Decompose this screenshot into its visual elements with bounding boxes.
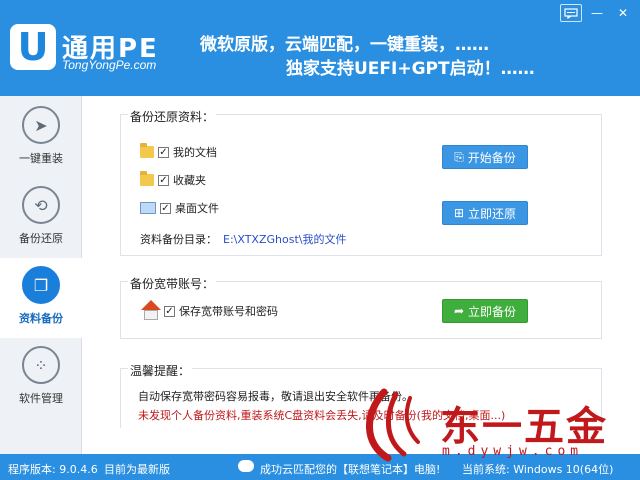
backup-item-label: 收藏夹 xyxy=(173,174,206,187)
path-label: 资料备份目录： xyxy=(140,233,217,246)
cloud-icon xyxy=(238,460,254,472)
app-header: U 通用PE TongYongPe.com 微软原版，云端匹配，一键重装，…… … xyxy=(0,0,640,96)
broadband-item-label: 保存宽带账号和密码 xyxy=(179,305,278,318)
start-backup-button[interactable]: ⎘ 开始备份 xyxy=(442,145,528,169)
sync-icon: ⟲ xyxy=(22,186,60,224)
backup-item-label: 桌面文件 xyxy=(175,202,219,215)
sidebar-item-software-manage[interactable]: ⁘ 软件管理 xyxy=(0,338,82,418)
backup-item-desktop[interactable]: ✓ 桌面文件 xyxy=(140,200,219,216)
checkbox-favorites[interactable]: ✓ xyxy=(158,174,169,186)
desktop-icon xyxy=(140,202,156,214)
logo-letter: U xyxy=(17,25,49,69)
sidebar-item-label: 备份还原 xyxy=(19,232,63,245)
checkbox-documents[interactable]: ✓ xyxy=(158,146,169,158)
arrow-right-icon: ➦ xyxy=(453,304,465,318)
backup-path: 资料备份目录： E:\XTXZGhost\我的文件 xyxy=(140,231,346,247)
slogan-line-2: 独家支持UEFI+GPT启动！…… xyxy=(286,59,535,79)
backup-icon: ⎘ xyxy=(454,149,464,164)
sidebar-item-label: 资料备份 xyxy=(19,312,63,325)
house-icon xyxy=(140,300,162,322)
brand-url: TongYongPe.com xyxy=(62,58,157,72)
sidebar-item-label: 一键重装 xyxy=(19,152,63,165)
message-icon[interactable] xyxy=(560,4,582,22)
backup-item-documents[interactable]: ✓ 我的文档 xyxy=(140,143,217,160)
minimize-button[interactable]: — xyxy=(586,4,608,22)
sidebar-item-data-backup[interactable]: ❐ 资料备份 xyxy=(0,258,82,338)
copy-icon: ❐ xyxy=(22,266,60,304)
watermark: 东一五金 m.dywjw.com xyxy=(350,384,640,464)
start-backup-label: 开始备份 xyxy=(467,150,516,165)
window-controls: — ✕ xyxy=(560,4,634,22)
broadband-section-title: 备份宽带账号： xyxy=(128,275,217,292)
watermark-url: m.dywjw.com xyxy=(442,444,584,459)
sidebar: ➤ 一键重装 ⟲ 备份还原 ❐ 资料备份 ⁘ 软件管理 xyxy=(0,96,82,454)
sidebar-item-one-click-install[interactable]: ➤ 一键重装 xyxy=(0,98,82,178)
restore-button[interactable]: ⊞ 立即还原 xyxy=(442,201,528,225)
version-text: 程序版本: 9.0.4.6 xyxy=(8,463,98,476)
tips-section-title: 温馨提醒： xyxy=(128,362,193,379)
folder-icon xyxy=(140,171,154,186)
broadband-item[interactable]: ✓ 保存宽带账号和密码 xyxy=(140,300,278,322)
grid-icon: ⁘ xyxy=(22,346,60,384)
slogan-line-1: 微软原版，云端匹配，一键重装，…… xyxy=(200,35,489,55)
path-value[interactable]: E:\XTXZGhost\我的文件 xyxy=(223,231,346,247)
close-button[interactable]: ✕ xyxy=(612,4,634,22)
backup-now-button[interactable]: ➦ 立即备份 xyxy=(442,299,528,323)
folder-icon xyxy=(140,143,154,158)
restore-label: 立即还原 xyxy=(468,206,517,221)
sidebar-item-label: 软件管理 xyxy=(19,392,63,405)
app-logo: U xyxy=(10,24,56,70)
backup-item-label: 我的文档 xyxy=(173,146,217,159)
checkbox-desktop[interactable]: ✓ xyxy=(160,202,171,214)
update-status: 目前为最新版 xyxy=(104,463,170,476)
backup-section-title: 备份还原资料： xyxy=(128,108,217,125)
watermark-logo-icon xyxy=(366,388,420,462)
backup-item-favorites[interactable]: ✓ 收藏夹 xyxy=(140,171,206,188)
backup-now-label: 立即备份 xyxy=(468,304,517,319)
windows-icon: ⊞ xyxy=(453,206,465,220)
sidebar-item-backup-restore[interactable]: ⟲ 备份还原 xyxy=(0,178,82,258)
checkbox-broadband[interactable]: ✓ xyxy=(164,305,175,317)
cursor-icon: ➤ xyxy=(22,106,60,144)
